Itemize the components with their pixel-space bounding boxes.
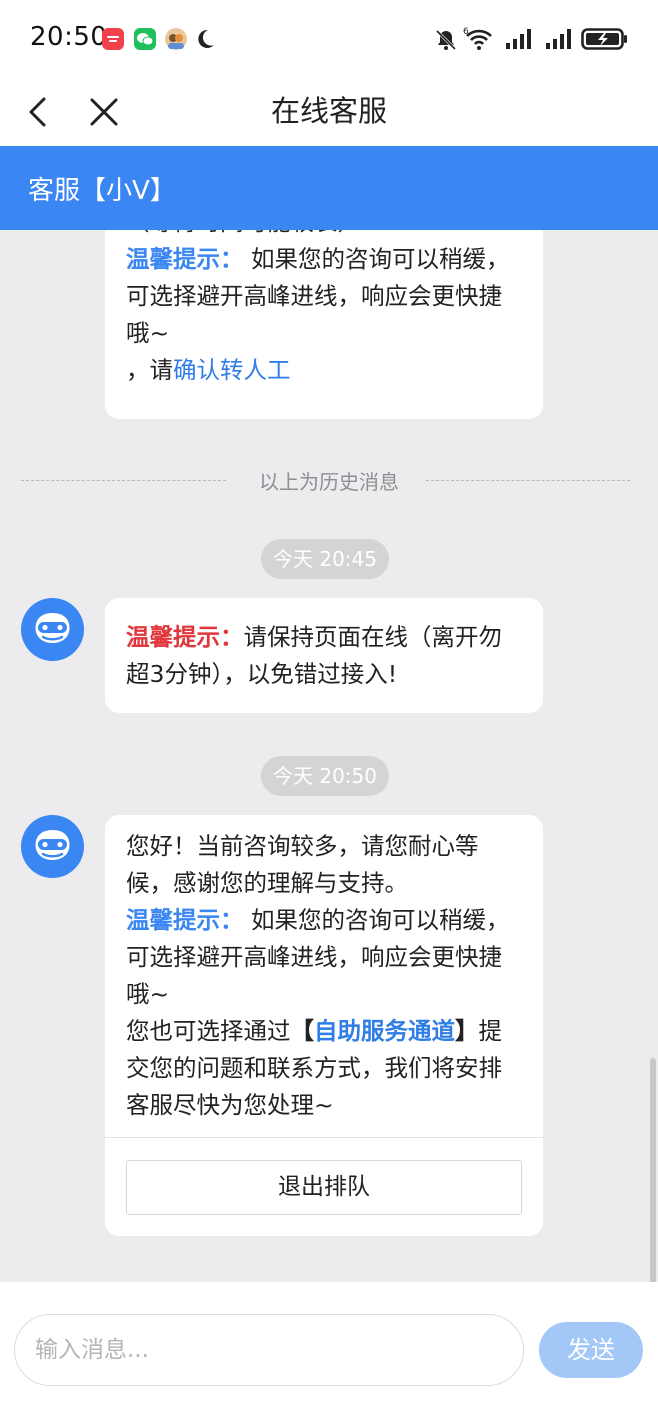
- message-bubble: （等待时间可能较长） 温馨提示： 如果您的咨询可以稍缓，可选择避开高峰进线，响应…: [105, 230, 543, 419]
- confirm-transfer-link[interactable]: 确认转人工: [173, 356, 291, 384]
- battery-charging-icon: [581, 27, 629, 55]
- wechat-icon: [133, 27, 157, 55]
- robot-icon: [35, 613, 70, 643]
- message-paragraph: 温馨提示： 如果您的咨询可以稍缓，可选择避开高峰进线，响应会更快捷哦~: [126, 902, 523, 1013]
- avatar-notification-icon: [164, 27, 188, 55]
- tip-label: 温馨提示：: [126, 906, 244, 934]
- signal-icon: [505, 28, 533, 54]
- timestamp-pill: 今天 20:50: [261, 756, 389, 796]
- message-input[interactable]: [14, 1314, 524, 1386]
- moon-icon: [193, 27, 217, 55]
- confirm-prefix: ，请: [126, 356, 173, 384]
- agent-name: 客服【小V】: [28, 176, 176, 206]
- page-title: 在线客服: [270, 94, 387, 128]
- tip-label: 温馨提示：: [126, 623, 244, 651]
- bracket-open: 【: [290, 1017, 315, 1045]
- chat-area[interactable]: （等待时间可能较长） 温馨提示： 如果您的咨询可以稍缓，可选择避开高峰进线，响应…: [0, 230, 658, 1282]
- message-text: （等待时间可能较长） 温馨提示： 如果您的咨询可以稍缓，可选择避开高峰进线，响应…: [105, 230, 543, 389]
- tip-label: 温馨提示：: [126, 245, 244, 273]
- wifi-6-icon: 6: [463, 24, 495, 56]
- message-paragraph: 您也可选择通过【自助服务通道】提交您的问题和联系方式，我们将安排客服尽快为您处理…: [126, 1013, 523, 1124]
- history-divider: 以上为历史消息: [0, 466, 658, 494]
- message-line: （等待时间可能较长）: [126, 230, 523, 241]
- agent-avatar: [21, 598, 84, 661]
- message-bubble: 温馨提示：请保持页面在线（离开勿超3分钟），以免错过接入!: [105, 598, 543, 713]
- message-text: 温馨提示：请保持页面在线（离开勿超3分钟），以免错过接入!: [105, 598, 543, 693]
- message-paragraph: 您好！当前咨询较多，请您耐心等候，感谢您的理解与支持。: [126, 832, 479, 897]
- text-prefix: 您也可选择通过: [126, 1017, 291, 1045]
- message-paragraph: ，请确认转人工: [126, 352, 523, 389]
- nav-bar: 在线客服: [0, 80, 658, 146]
- bubble-divider: [105, 1137, 543, 1138]
- agent-avatar: [21, 815, 84, 878]
- message-bubble: 您好！当前咨询较多，请您耐心等候，感谢您的理解与支持。 温馨提示： 如果您的咨询…: [105, 815, 543, 1236]
- exit-queue-button[interactable]: 退出排队: [126, 1160, 522, 1215]
- divider-line: [426, 480, 630, 481]
- signal-icon: [545, 28, 573, 54]
- status-bar: 20:50 6: [0, 0, 658, 80]
- status-time: 20:50: [30, 22, 108, 52]
- send-button[interactable]: 发送: [539, 1322, 643, 1378]
- agent-bar: 客服【小V】: [0, 146, 658, 230]
- self-service-link[interactable]: 自助服务通道: [314, 1017, 455, 1045]
- robot-icon: [35, 830, 70, 860]
- scrollbar[interactable]: [650, 1058, 656, 1282]
- mute-bell-icon: [434, 28, 458, 56]
- app-notification-icon: [101, 27, 125, 55]
- message-text: 您好！当前咨询较多，请您耐心等候，感谢您的理解与支持。 温馨提示： 如果您的咨询…: [105, 815, 543, 1124]
- message-paragraph: 温馨提示： 如果您的咨询可以稍缓，可选择避开高峰进线，响应会更快捷哦~: [126, 241, 523, 352]
- bracket-close: 】: [455, 1017, 479, 1045]
- timestamp-pill: 今天 20:45: [261, 539, 389, 579]
- input-bar: 发送: [0, 1282, 658, 1416]
